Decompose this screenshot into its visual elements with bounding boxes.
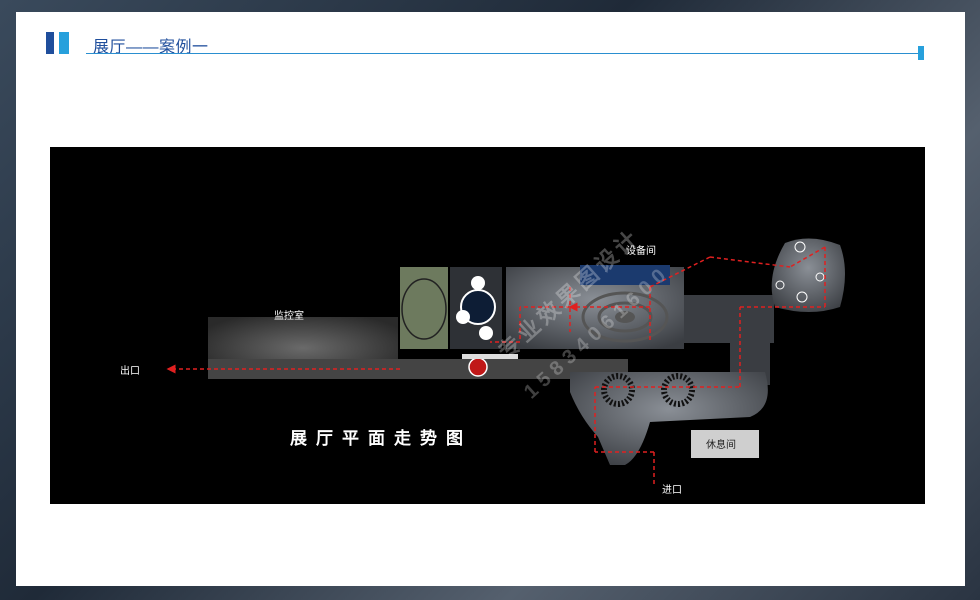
entrance-label: 进口 — [662, 485, 682, 496]
light-disc — [471, 276, 485, 290]
light-disc — [479, 326, 493, 340]
floor-plan-drawing — [166, 238, 845, 487]
plan-title: 展厅平面走势图 — [290, 429, 472, 448]
slide: 展厅——案例一 监控室 设备间 休息间 出口 进口 展厅平面走势图 专业效果图设… — [16, 12, 965, 586]
light-disc — [456, 310, 470, 324]
cave-room — [771, 238, 845, 312]
header-divider — [86, 53, 921, 54]
logo-emblem — [468, 357, 488, 377]
rest-room-label: 休息间 — [706, 440, 736, 451]
header-accent-bar — [46, 32, 54, 54]
exit-label: 出口 — [120, 366, 140, 377]
header-accent-bar-light — [59, 32, 69, 54]
right-corridor-vertical — [730, 295, 770, 385]
floor-plan: 监控室 设备间 休息间 出口 进口 展厅平面走势图 专业效果图设计 158340… — [50, 147, 925, 504]
header-divider-end — [918, 46, 924, 60]
monitor-room-label: 监控室 — [274, 311, 304, 322]
